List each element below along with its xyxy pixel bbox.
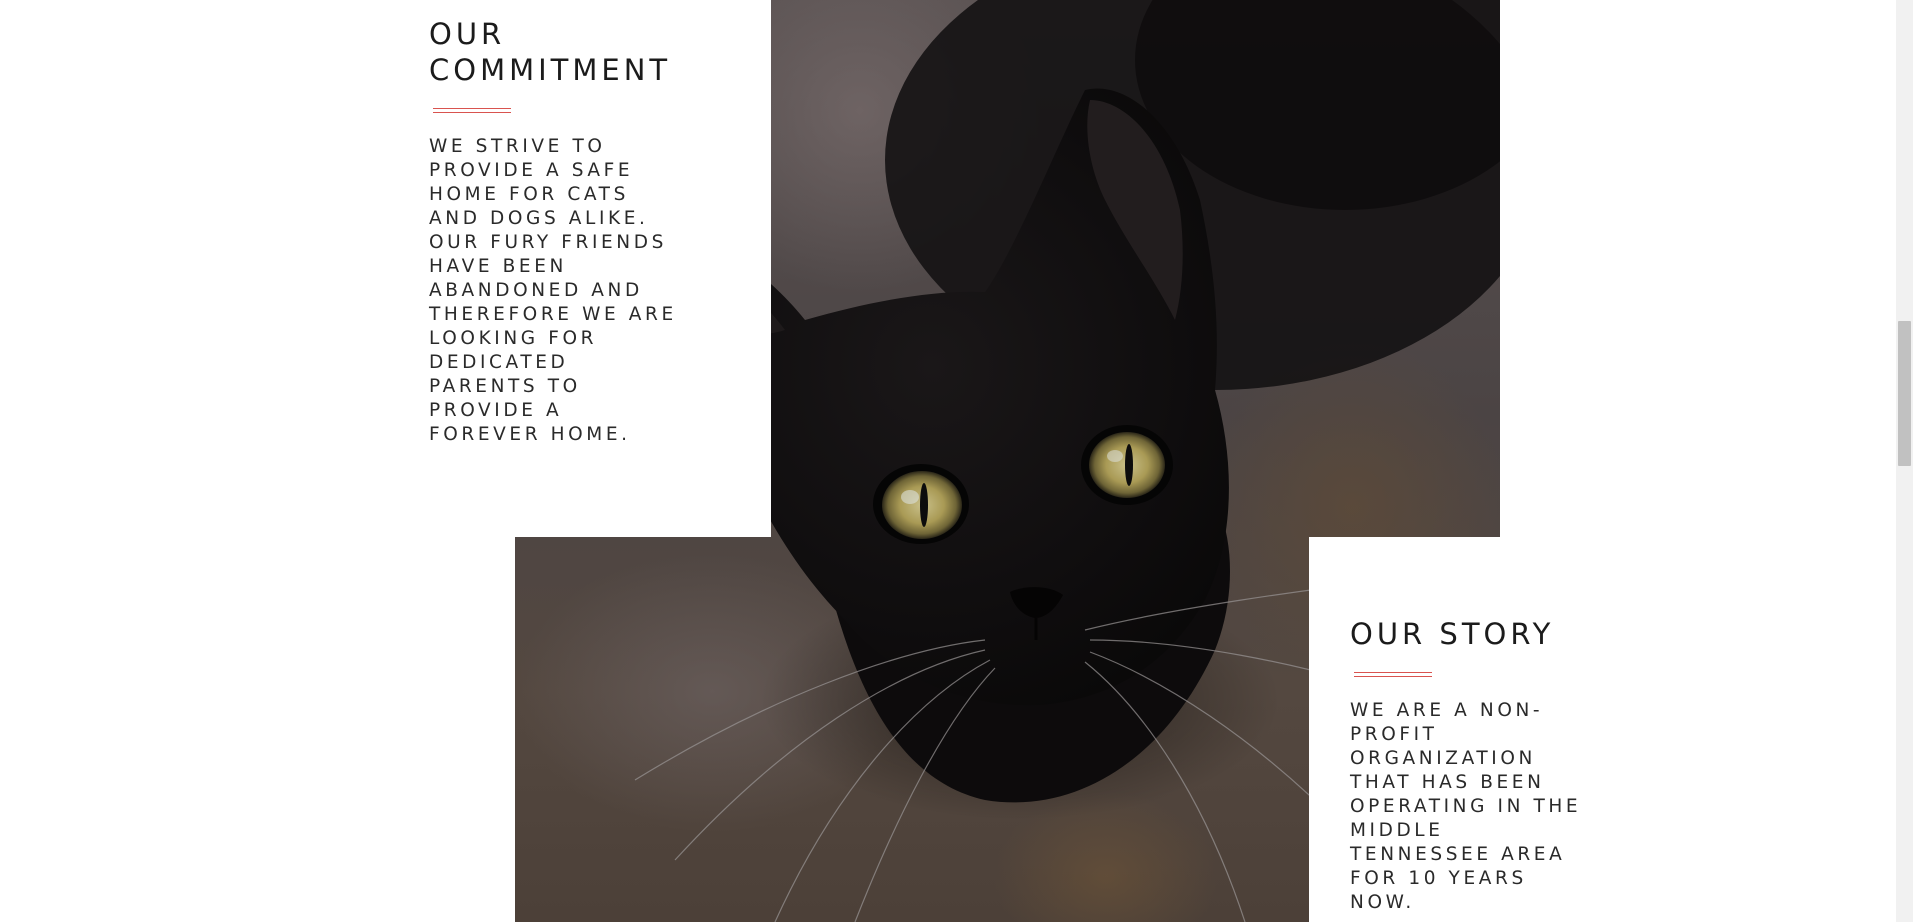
story-body: WE ARE A NON-PROFIT ORGANIZATION THAT HA… <box>1350 700 1582 913</box>
page-scrollbar[interactable] <box>1896 0 1913 922</box>
commitment-section: OUR COMMITMENT WE STRIVE TO PROVIDE A SA… <box>429 16 679 447</box>
story-section: OUR STORY WE ARE A NON-PROFIT ORGANIZATI… <box>1350 616 1590 915</box>
commitment-title-line2: COMMITMENT <box>429 53 672 87</box>
commitment-title-line1: OUR <box>429 17 506 51</box>
scrollbar-thumb[interactable] <box>1898 321 1911 466</box>
story-divider <box>1354 672 1432 677</box>
story-title: OUR STORY <box>1350 617 1555 651</box>
commitment-divider <box>433 108 511 113</box>
commitment-title: OUR COMMITMENT <box>429 16 679 88</box>
commitment-body: WE STRIVE TO PROVIDE A SAFE HOME FOR CAT… <box>429 136 677 445</box>
